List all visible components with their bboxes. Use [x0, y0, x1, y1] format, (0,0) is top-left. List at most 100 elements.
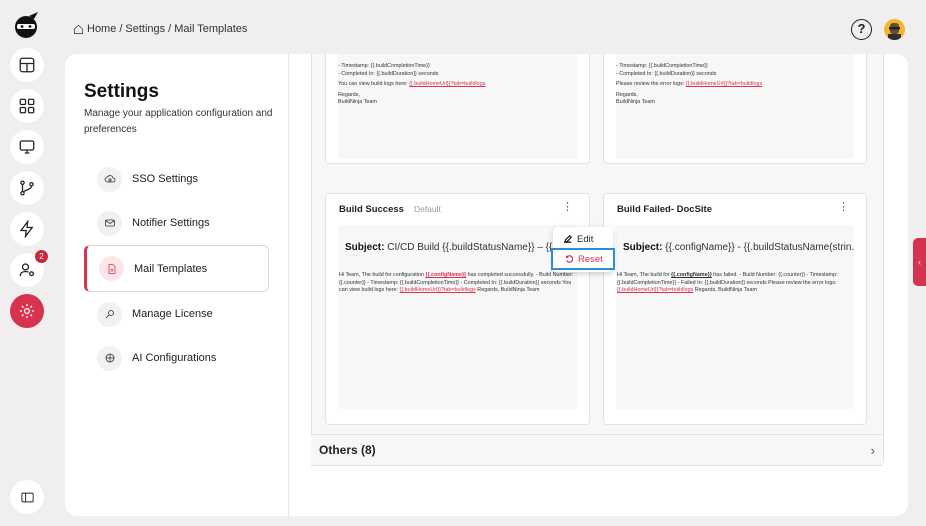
rail-branches-button[interactable]	[10, 171, 44, 205]
card-context-menu: Edit Reset	[551, 227, 615, 272]
left-rail: 2	[0, 0, 52, 526]
rail-apps-button[interactable]	[10, 89, 44, 123]
document-icon	[99, 256, 124, 281]
rail-activity-button[interactable]	[10, 212, 44, 246]
help-icon[interactable]: ?	[851, 19, 872, 40]
subject-text: {{.configName}} - {{.buildStatusName(str…	[665, 242, 854, 253]
nav-item-mail-templates[interactable]: Mail Templates	[84, 245, 269, 292]
nav-item-sso-settings[interactable]: SSO Settings	[85, 157, 269, 201]
body-line: - Timestamp: {{.buildCompletionTime}}	[338, 63, 430, 69]
ninja-logo-icon[interactable]	[11, 10, 41, 40]
body-link[interactable]: {{.configName}}	[671, 272, 712, 278]
body-link[interactable]: {{.buildHomeUrl}}?tab=buildlogs	[400, 287, 476, 293]
default-tag: Default	[413, 204, 441, 214]
user-settings-icon	[19, 263, 35, 277]
rail-dashboard-button[interactable]	[10, 48, 44, 82]
gear-icon	[19, 303, 35, 319]
chevron-right-icon: ›	[870, 442, 875, 458]
others-label: Others (8)	[319, 443, 376, 457]
breadcrumb: Home / Settings / Mail Templates	[73, 23, 247, 35]
template-body-text: - Timestamp: {{.buildCompletionTime}} - …	[338, 63, 577, 107]
template-body: Subject: CI/CD Build {{.buildStatusName}…	[338, 225, 577, 409]
body-line: Please review the error logs: {{.buildHo…	[616, 81, 854, 89]
ai-icon	[97, 345, 122, 371]
lightning-icon	[19, 220, 34, 238]
template-card-build-failed[interactable]: Build Failed- DocSite ⋮ Subject: {{.conf…	[603, 193, 867, 425]
edit-menu-item[interactable]: Edit	[553, 229, 613, 249]
collapse-panel-tab[interactable]: ‹	[913, 238, 926, 286]
others-section-toggle[interactable]: Others (8) ›	[311, 434, 883, 466]
rail-monitor-button[interactable]	[10, 130, 44, 164]
nav-item-ai-configurations[interactable]: AI Configurations	[85, 336, 269, 380]
body-link[interactable]: {{.buildHomeUrl}}?tab=buildlogs	[409, 81, 485, 87]
reset-label: Reset	[578, 253, 603, 265]
body-text: Regards, BuildNinja Team	[693, 287, 758, 293]
subject-label: Subject:	[623, 242, 663, 253]
breadcrumb-separator: /	[168, 23, 172, 35]
body-text: Hi Team, The build for configuration	[339, 272, 426, 278]
sidebar-panel-icon	[20, 492, 34, 502]
notification-badge: 2	[35, 250, 48, 263]
body-text: You can view build logs here:	[338, 81, 410, 87]
body-link[interactable]: {{.buildHomeUrl}}?tab=buildlogs	[617, 287, 693, 293]
nav-item-label: Manage License	[132, 308, 213, 320]
grid-icon	[19, 98, 35, 114]
template-body-text: Hi Team, The build for configuration {{.…	[339, 272, 575, 295]
body-line: Regards,	[616, 91, 638, 98]
page-description: Manage your application configuration an…	[84, 108, 273, 135]
avatar-face-icon	[888, 23, 901, 40]
git-branch-icon	[20, 180, 34, 196]
rail-settings-button[interactable]	[10, 294, 44, 328]
pencil-icon	[564, 235, 572, 243]
cloud-lock-icon	[97, 166, 122, 192]
key-icon	[97, 301, 122, 327]
settings-card: Settings Manage your application configu…	[65, 54, 908, 516]
monitor-icon	[19, 140, 35, 154]
body-line: BuildNinja Team	[616, 99, 655, 105]
body-text: Please review the error logs:	[616, 81, 686, 87]
template-subject: Subject: {{.configName}} - {{.buildStatu…	[623, 242, 854, 253]
nav-item-label: SSO Settings	[132, 173, 199, 185]
home-icon[interactable]	[73, 24, 84, 35]
edit-label: Edit	[577, 233, 594, 245]
subject-text: CI/CD Build {{.buildStatusName}} – {{.co…	[387, 242, 577, 253]
template-body: - Timestamp: {{.buildCompletionTime}} - …	[338, 54, 577, 159]
subject-label: Subject:	[345, 242, 385, 253]
card-header: Build Failed- DocSite	[617, 204, 712, 215]
layout-icon	[19, 57, 35, 73]
template-body: - Timestamp: {{.buildCompletionTime}} - …	[616, 54, 854, 159]
template-body: Subject: {{.configName}} - {{.buildStatu…	[616, 225, 854, 409]
mail-icon	[97, 210, 122, 236]
rail-users-button[interactable]: 2	[10, 250, 48, 287]
nav-item-manage-license[interactable]: Manage License	[85, 292, 269, 336]
kebab-menu-icon[interactable]: ⋮	[562, 202, 573, 213]
body-text: Hi Team, The build for	[617, 272, 672, 278]
reset-icon	[565, 255, 573, 263]
body-line: BuildNinja Team	[338, 99, 377, 105]
template-card: - Timestamp: {{.buildCompletionTime}} - …	[325, 54, 590, 164]
body-line: You can view build logs here: {{.buildHo…	[338, 81, 577, 89]
template-body-text: - Timestamp: {{.buildCompletionTime}} - …	[616, 63, 854, 107]
card-title: Build Failed- DocSite	[617, 204, 713, 215]
kebab-menu-icon[interactable]: ⋮	[838, 202, 849, 213]
body-link[interactable]: {{.buildHomeUrl}}?tab=buildlogs	[686, 81, 762, 87]
card-title: Build Success	[339, 204, 404, 215]
breadcrumb-home[interactable]: Home	[87, 23, 116, 35]
template-card: - Timestamp: {{.buildCompletionTime}} - …	[603, 54, 867, 164]
reset-menu-item[interactable]: Reset	[551, 248, 615, 270]
body-line: Regards,	[338, 91, 360, 98]
body-line: - Timestamp: {{.buildCompletionTime}}	[616, 63, 708, 69]
breadcrumb-current: Mail Templates	[174, 23, 248, 35]
avatar[interactable]	[884, 19, 905, 40]
breadcrumb-settings[interactable]: Settings	[125, 23, 165, 35]
nav-item-label: Mail Templates	[134, 262, 208, 275]
breadcrumb-separator: /	[119, 23, 123, 35]
template-card-build-success[interactable]: Build Success Default ⋮ Subject: CI/CD B…	[325, 193, 590, 425]
nav-item-label: AI Configurations	[132, 352, 217, 364]
body-line: - Completed In: {{.buildDuration}} secon…	[616, 70, 717, 77]
template-subject: Subject: CI/CD Build {{.buildStatusName}…	[345, 242, 577, 253]
nav-item-notifier-settings[interactable]: Notifier Settings	[85, 201, 269, 245]
body-line: - Completed In: {{.buildDuration}} secon…	[338, 70, 439, 77]
body-link[interactable]: {{.configName}}	[425, 272, 466, 278]
sidebar-toggle-button[interactable]	[10, 480, 44, 514]
